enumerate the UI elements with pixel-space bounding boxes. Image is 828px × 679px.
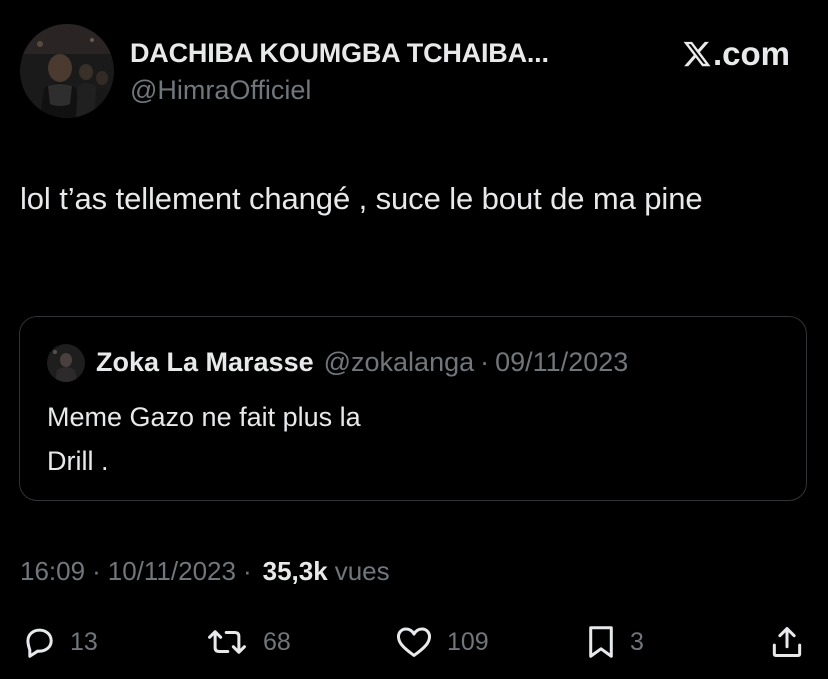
quoted-tweet-card[interactable]: Zoka La Marasse @zokalanga · 09/11/2023 …: [19, 316, 807, 501]
reply-count: 13: [70, 627, 98, 656]
quoted-author-name[interactable]: Zoka La Marasse: [96, 347, 314, 378]
like-button[interactable]: 109: [393, 620, 489, 664]
meta-separator: ·: [242, 556, 252, 586]
x-logo-icon: [682, 39, 712, 69]
reply-button[interactable]: 13: [20, 620, 98, 664]
author-handle[interactable]: @HimraOfficiel: [130, 75, 311, 106]
views-count[interactable]: 35,3k: [263, 556, 328, 587]
heart-icon: [393, 623, 435, 661]
bookmark-button[interactable]: 3: [584, 620, 644, 664]
quoted-tweet-header: Zoka La Marasse @zokalanga · 09/11/2023: [96, 347, 628, 378]
quoted-tweet-text-line: Meme Gazo ne fait plus la: [47, 402, 361, 432]
bookmark-count: 3: [630, 627, 644, 656]
tweet-text: lol t’as tellement changé , suce le bout…: [20, 181, 703, 216]
retweet-button[interactable]: 68: [203, 620, 291, 664]
profile-avatar-image: [20, 24, 114, 118]
author-display-name[interactable]: DACHIBA KOUMGBA TCHAIBA...: [130, 38, 549, 69]
quoted-author-avatar: [47, 344, 85, 382]
retweet-icon: [203, 623, 251, 661]
reply-icon: [20, 623, 58, 661]
quoted-author-handle[interactable]: @zokalanga: [324, 347, 475, 378]
tweet-date: 10/11/2023: [107, 556, 236, 586]
tweet-meta: 16:09 · 10/11/2023 · 35,3k vues: [20, 556, 390, 587]
tweet-time: 16:09: [20, 556, 86, 586]
quoted-tweet-date: 09/11/2023: [495, 347, 629, 377]
x-brand: .com: [682, 34, 790, 74]
share-icon: [768, 623, 806, 661]
bookmark-icon: [584, 623, 618, 661]
quoted-separator: ·: [480, 347, 490, 377]
action-bar: 13 68 109 3: [0, 620, 828, 664]
like-count: 109: [447, 627, 489, 656]
meta-separator: ·: [92, 556, 101, 586]
brand-domain: .com: [712, 35, 790, 72]
share-button[interactable]: [768, 620, 806, 664]
quoted-tweet-text: Meme Gazo ne fait plus la Drill .: [47, 395, 467, 483]
retweet-count: 68: [263, 627, 291, 656]
quoted-tweet-text-line: Drill .: [47, 446, 109, 476]
views-label: vues: [334, 556, 390, 586]
author-avatar[interactable]: [20, 24, 114, 118]
